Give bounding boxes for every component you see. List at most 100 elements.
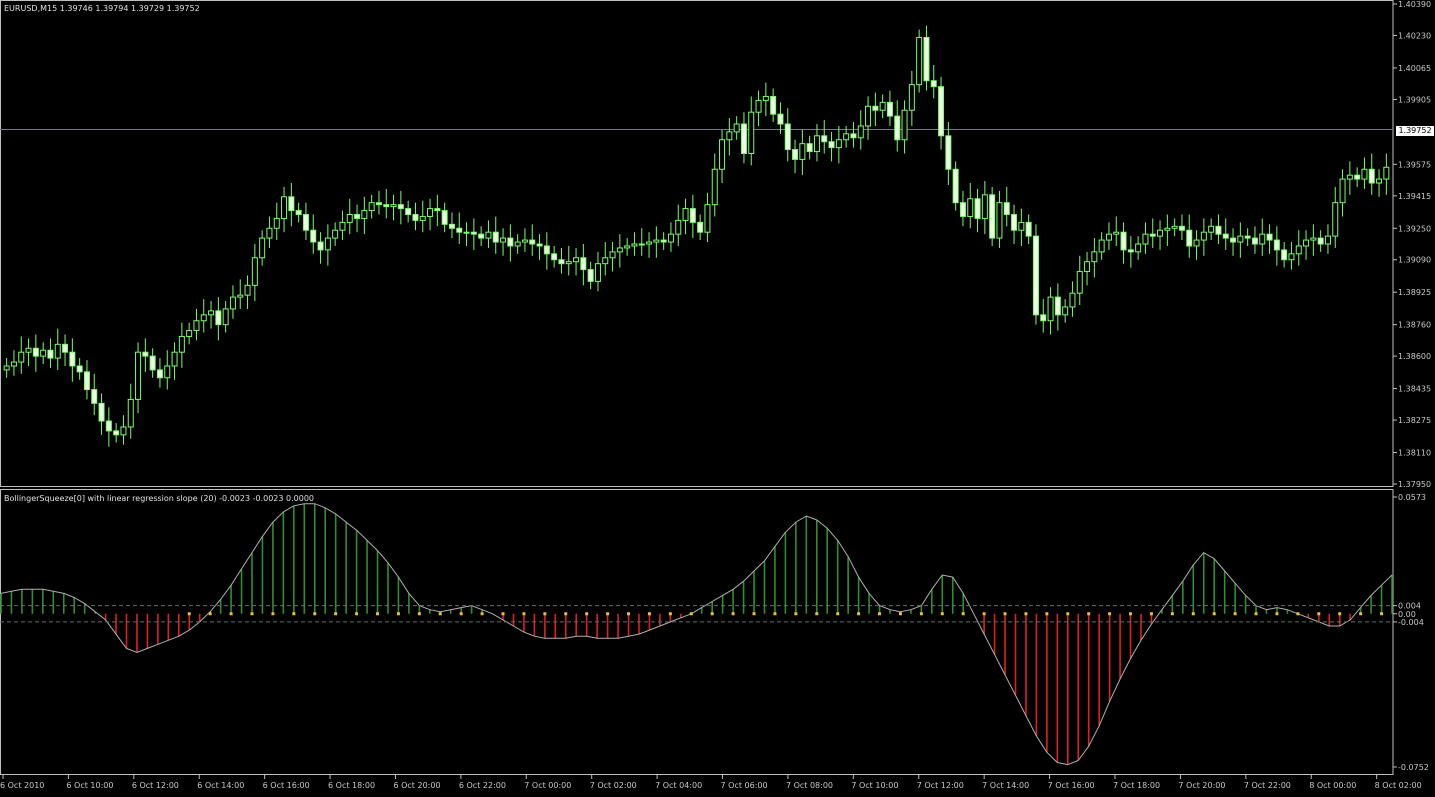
candle-body xyxy=(288,196,295,212)
candle-body xyxy=(857,125,864,139)
candle-body xyxy=(470,231,477,235)
time-tick-label: 7 Oct 10:00 xyxy=(851,781,898,790)
candle-body xyxy=(770,95,777,115)
squeeze-dot xyxy=(355,612,359,616)
candle-body xyxy=(1105,233,1112,241)
candle-body xyxy=(1368,168,1375,184)
candle-body xyxy=(908,84,915,111)
candle-body xyxy=(427,208,434,217)
candle-body xyxy=(850,133,857,139)
candle-body xyxy=(865,105,872,127)
squeeze-dot xyxy=(919,612,923,616)
squeeze-dot xyxy=(250,612,254,616)
candle-body xyxy=(1025,221,1032,237)
candle-body xyxy=(748,111,755,155)
candle-body xyxy=(266,227,273,239)
squeeze-dot xyxy=(794,612,798,616)
candle-body xyxy=(536,243,543,247)
candle-body xyxy=(689,208,696,223)
squeeze-dot xyxy=(668,612,672,616)
squeeze-dot xyxy=(1254,612,1258,616)
candle-body xyxy=(930,80,937,88)
price-tick-label: 1.39250 xyxy=(1398,224,1431,233)
candle-body xyxy=(1120,231,1127,251)
candle-body xyxy=(244,284,251,296)
candle-body xyxy=(682,208,689,221)
candle-body xyxy=(835,139,842,149)
time-tick-label: 6 Oct 14:00 xyxy=(197,781,244,790)
candle-body xyxy=(558,259,565,265)
indicator-pane-frame xyxy=(0,489,1394,775)
squeeze-dot xyxy=(334,612,338,616)
price-tick-label: 1.38435 xyxy=(1398,385,1431,394)
candle-body xyxy=(1251,237,1258,245)
candle-body xyxy=(653,239,660,243)
time-tick-label: 6 Oct 20:00 xyxy=(393,781,440,790)
time-tick-label: 6 Oct 10:00 xyxy=(66,781,113,790)
price-tick-label: 1.39575 xyxy=(1398,160,1431,169)
candle-body xyxy=(375,202,382,206)
candle-body xyxy=(996,202,1003,239)
indicator-title: BollingerSqueeze[0] with linear regressi… xyxy=(4,494,315,503)
time-tick-label: 8 Oct 02:00 xyxy=(1375,781,1422,790)
candle-body xyxy=(660,239,667,243)
time-tick-label: 7 Oct 12:00 xyxy=(917,781,964,790)
candle-body xyxy=(507,237,514,247)
squeeze-dot xyxy=(480,612,484,616)
main-chart-title: EURUSD,M15 1.39746 1.39794 1.39729 1.397… xyxy=(4,4,200,13)
candle-body xyxy=(543,245,550,255)
candle-body xyxy=(573,257,580,263)
candle-body xyxy=(1018,221,1025,231)
candle-body xyxy=(40,349,47,357)
candle-body xyxy=(740,123,747,155)
candle-body xyxy=(529,239,536,245)
candle-body xyxy=(339,221,346,231)
current-price-label: 1.39752 xyxy=(1396,126,1434,136)
candle-body xyxy=(1062,306,1069,316)
candle-body xyxy=(1164,227,1171,231)
candle-body xyxy=(1281,249,1288,261)
candle-body xyxy=(609,251,616,259)
candle-body xyxy=(616,247,623,253)
candle-body xyxy=(587,269,594,282)
candle-body xyxy=(1222,233,1229,239)
candle-body xyxy=(1376,178,1383,184)
candle-body xyxy=(1324,235,1331,245)
candle-body xyxy=(215,310,222,326)
candle-body xyxy=(1178,225,1185,231)
candle-body xyxy=(1273,239,1280,251)
candle-body xyxy=(171,351,178,367)
candle-body xyxy=(967,198,974,217)
candle-body xyxy=(1208,225,1215,233)
candle-body xyxy=(1047,296,1054,322)
candle-body xyxy=(434,208,441,212)
indicator-tick-label: 0.0573 xyxy=(1398,493,1426,502)
candle-body xyxy=(916,36,923,86)
squeeze-dot xyxy=(229,612,233,616)
time-tick-label: 7 Oct 16:00 xyxy=(1048,781,1095,790)
candle-body xyxy=(1310,237,1317,241)
squeeze-dot xyxy=(710,612,714,616)
candle-body xyxy=(974,198,981,219)
squeeze-dot xyxy=(961,612,965,616)
candle-body xyxy=(54,343,61,359)
candle-body xyxy=(1354,174,1361,180)
trading-chart[interactable]: 1.40390 1.40230 1.40065 1.39905 1.39575 1.394… xyxy=(0,0,1435,793)
candle-body xyxy=(251,257,258,286)
candle-body xyxy=(281,196,288,219)
squeeze-dot xyxy=(396,612,400,616)
candle-body xyxy=(156,369,163,379)
candle-body xyxy=(193,320,200,332)
candle-body xyxy=(938,86,945,137)
squeeze-dot xyxy=(1045,612,1049,616)
candle-body xyxy=(441,210,448,225)
candle-body xyxy=(828,141,835,149)
candle-body xyxy=(1259,233,1266,245)
squeeze-dot xyxy=(815,612,819,616)
candle-body xyxy=(456,227,463,233)
candle-body xyxy=(1288,253,1295,261)
squeeze-dot xyxy=(1380,612,1384,616)
candle-body xyxy=(521,239,528,243)
chart-canvas[interactable]: 1.40390 1.40230 1.40065 1.39905 1.39575 1.394… xyxy=(0,0,1435,793)
candle-body xyxy=(76,365,83,373)
